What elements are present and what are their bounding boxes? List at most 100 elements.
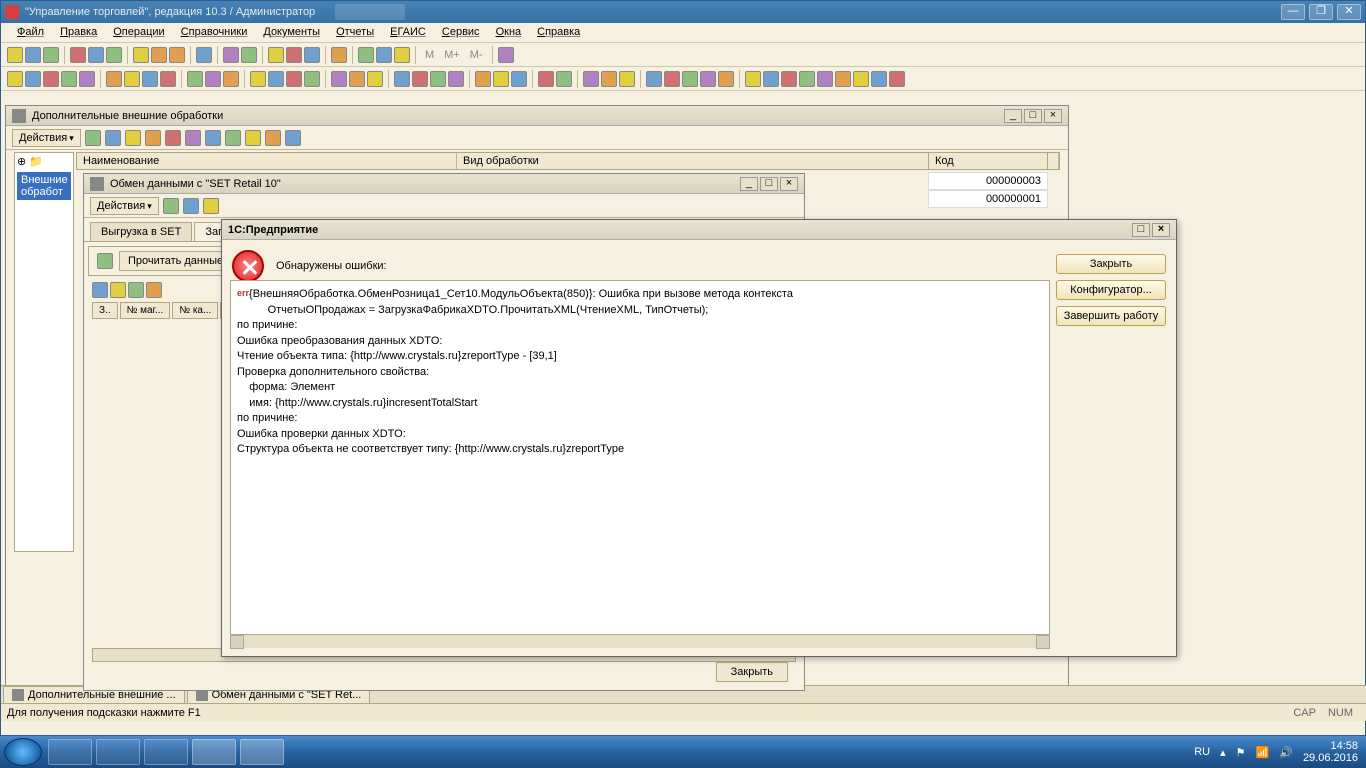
task-ie[interactable]	[48, 739, 92, 765]
info-icon[interactable]	[331, 47, 347, 63]
close-button[interactable]: Закрыть	[716, 662, 788, 682]
t2-icon[interactable]	[538, 71, 554, 87]
sort-asc-icon[interactable]	[128, 282, 144, 298]
actions-button[interactable]: Действия▾	[90, 197, 159, 215]
tab-export[interactable]: Выгрузка в SET	[90, 222, 192, 241]
actions-button[interactable]: Действия▾	[12, 129, 81, 147]
task-explorer[interactable]	[96, 739, 140, 765]
tray-network-icon[interactable]: 📶	[1256, 746, 1270, 759]
filter-icon[interactable]	[245, 130, 261, 146]
open-icon[interactable]	[25, 47, 41, 63]
t2-icon[interactable]	[619, 71, 635, 87]
t2-icon[interactable]	[601, 71, 617, 87]
add-icon[interactable]	[85, 130, 101, 146]
list-icon[interactable]	[92, 282, 108, 298]
menu-catalogs[interactable]: Справочники	[173, 23, 256, 42]
delete-icon[interactable]	[165, 130, 181, 146]
redo-icon[interactable]	[169, 47, 185, 63]
copy-icon[interactable]	[88, 47, 104, 63]
tray-clock[interactable]: 14:58 29.06.2016	[1303, 740, 1358, 764]
scroll-right-icon[interactable]	[1036, 635, 1050, 649]
undo-icon[interactable]	[151, 47, 167, 63]
browser-tab[interactable]	[335, 4, 405, 20]
menu-windows[interactable]: Окна	[488, 23, 530, 42]
execute-icon[interactable]	[163, 198, 179, 214]
t2-icon[interactable]	[7, 71, 23, 87]
t2-icon[interactable]	[763, 71, 779, 87]
start-button[interactable]	[4, 738, 42, 766]
t2-icon[interactable]	[799, 71, 815, 87]
list2-icon[interactable]	[110, 282, 126, 298]
t2-icon[interactable]	[142, 71, 158, 87]
maximize-button[interactable]: □	[1132, 223, 1150, 237]
minimize-button[interactable]: —	[1281, 4, 1305, 20]
code-value[interactable]: 000000003	[928, 172, 1048, 190]
col-mag[interactable]: № маг...	[120, 302, 171, 319]
t2-icon[interactable]	[781, 71, 797, 87]
tray-flag-icon[interactable]: ⚑	[1236, 746, 1246, 759]
language-indicator[interactable]: RU	[1194, 746, 1210, 758]
code-value[interactable]: 000000001	[928, 190, 1048, 208]
close-button[interactable]: Закрыть	[1056, 254, 1166, 274]
t2-icon[interactable]	[331, 71, 347, 87]
edit-icon[interactable]	[145, 130, 161, 146]
t2-icon[interactable]	[349, 71, 365, 87]
move-icon[interactable]	[205, 130, 221, 146]
filter-off-icon[interactable]	[265, 130, 281, 146]
t2-icon[interactable]	[871, 71, 887, 87]
t2-icon[interactable]	[583, 71, 599, 87]
t2-icon[interactable]	[286, 71, 302, 87]
t2-icon[interactable]	[556, 71, 572, 87]
t2-icon[interactable]	[853, 71, 869, 87]
print-icon[interactable]	[133, 47, 149, 63]
t2-icon[interactable]	[187, 71, 203, 87]
t2-icon[interactable]	[817, 71, 833, 87]
menu-egais[interactable]: ЕГАИС	[382, 23, 434, 42]
copy-icon[interactable]	[125, 130, 141, 146]
help-icon[interactable]	[285, 130, 301, 146]
refresh-icon[interactable]	[225, 130, 241, 146]
menu-help[interactable]: Справка	[529, 23, 588, 42]
t2-icon[interactable]	[160, 71, 176, 87]
tool5-icon[interactable]	[304, 47, 320, 63]
end-work-button[interactable]: Завершить работу	[1056, 306, 1166, 326]
t2-icon[interactable]	[493, 71, 509, 87]
menu-service[interactable]: Сервис	[434, 23, 488, 42]
t2-icon[interactable]	[835, 71, 851, 87]
hierarchy-icon[interactable]	[185, 130, 201, 146]
tool-icon[interactable]	[223, 47, 239, 63]
tray-up-icon[interactable]: ▴	[1220, 746, 1226, 759]
t2-icon[interactable]	[664, 71, 680, 87]
task-chrome[interactable]	[192, 739, 236, 765]
t2-icon[interactable]	[367, 71, 383, 87]
t2-icon[interactable]	[745, 71, 761, 87]
mem-m[interactable]: M	[421, 49, 438, 61]
close-button[interactable]: ✕	[1337, 4, 1361, 20]
save-icon[interactable]	[43, 47, 59, 63]
paste-icon[interactable]	[106, 47, 122, 63]
doc-icon[interactable]	[358, 47, 374, 63]
t2-icon[interactable]	[700, 71, 716, 87]
t2-icon[interactable]	[61, 71, 77, 87]
task-1c[interactable]	[240, 739, 284, 765]
task-wmp[interactable]	[144, 739, 188, 765]
t2-icon[interactable]	[412, 71, 428, 87]
close-button[interactable]: ×	[1044, 109, 1062, 123]
maximize-button[interactable]: ❐	[1309, 4, 1333, 20]
calc-icon[interactable]	[394, 47, 410, 63]
menu-reports[interactable]: Отчеты	[328, 23, 382, 42]
t2-icon[interactable]	[646, 71, 662, 87]
col-code[interactable]: Код	[928, 152, 1048, 170]
t2-icon[interactable]	[43, 71, 59, 87]
tree-panel[interactable]: ⊕ 📁 Внешние обработ	[14, 152, 74, 552]
scroll-left-icon[interactable]	[230, 635, 244, 649]
menu-edit[interactable]: Правка	[52, 23, 105, 42]
t2-icon[interactable]	[682, 71, 698, 87]
menu-documents[interactable]: Документы	[255, 23, 328, 42]
error-body[interactable]: err{ВнешняяОбработка.ОбменРозница1_Сет10…	[230, 280, 1050, 648]
t2-icon[interactable]	[25, 71, 41, 87]
minimize-button[interactable]: _	[740, 177, 758, 191]
mem-mp[interactable]: M+	[440, 49, 464, 61]
col-name[interactable]: Наименование	[77, 153, 457, 169]
find-icon[interactable]	[196, 47, 212, 63]
